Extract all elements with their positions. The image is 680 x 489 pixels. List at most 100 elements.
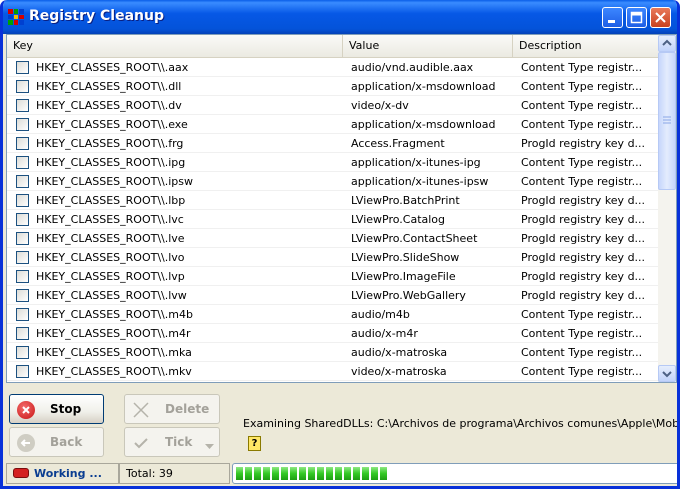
row-key: HKEY_CLASSES_ROOT\\.ipsw	[36, 175, 193, 188]
app-icon	[8, 9, 24, 25]
row-description: ProgId registry key d...	[521, 270, 646, 283]
row-checkbox[interactable]	[16, 270, 29, 283]
row-checkbox[interactable]	[16, 327, 29, 340]
table-row[interactable]: HKEY_CLASSES_ROOT\\.ipsw application/x-it…	[7, 172, 658, 191]
row-value: LViewPro.WebGallery	[351, 289, 466, 302]
row-checkbox[interactable]	[16, 175, 29, 188]
row-description: Content Type registr...	[521, 175, 643, 188]
row-description: ProgId registry key d...	[521, 213, 646, 226]
table-row[interactable]: HKEY_CLASSES_ROOT\\.lvw LViewPro.WebGalle…	[7, 286, 658, 305]
column-header-key[interactable]: Key	[7, 35, 343, 57]
row-checkbox[interactable]	[16, 251, 29, 264]
title-bar[interactable]: Registry Cleanup	[3, 0, 677, 34]
row-key: HKEY_CLASSES_ROOT\\.lve	[36, 232, 185, 245]
row-key: HKEY_CLASSES_ROOT\\.lbp	[36, 194, 186, 207]
table-row[interactable]: HKEY_CLASSES_ROOT\\.frg Access.Fragment Pr…	[7, 134, 658, 153]
stop-icon	[17, 401, 35, 419]
row-description: ProgId registry key d...	[521, 232, 646, 245]
row-checkbox[interactable]	[16, 118, 29, 131]
row-checkbox[interactable]	[16, 61, 29, 74]
delete-button[interactable]: Delete	[124, 394, 220, 424]
row-key: HKEY_CLASSES_ROOT\\.frg	[36, 137, 184, 150]
row-description: Content Type registr...	[521, 327, 643, 340]
maximize-button[interactable]	[626, 7, 647, 28]
row-description: Content Type registr...	[521, 156, 643, 169]
working-indicator-icon	[13, 468, 29, 478]
close-button[interactable]	[650, 7, 671, 28]
row-checkbox[interactable]	[16, 289, 29, 302]
row-value: audio/vnd.audible.aax	[351, 61, 474, 74]
delete-label: Delete	[165, 402, 210, 416]
registry-cleanup-window: Registry Cleanup Key Value Description H…	[0, 0, 680, 489]
row-key: HKEY_CLASSES_ROOT\\.mkv	[36, 365, 192, 378]
maximize-icon	[630, 11, 643, 24]
table-row[interactable]: HKEY_CLASSES_ROOT\\.m4b audio/m4b Content …	[7, 305, 658, 324]
minimize-button[interactable]	[602, 7, 623, 28]
table-row[interactable]: HKEY_CLASSES_ROOT\\.dll application/x-msd…	[7, 77, 658, 96]
table-row[interactable]: HKEY_CLASSES_ROOT\\.mka audio/x-matroska C…	[7, 343, 658, 362]
row-description: ProgId registry key d...	[521, 251, 646, 264]
vertical-scrollbar[interactable]	[658, 35, 676, 382]
scrollbar-grip-icon	[663, 116, 671, 124]
table-row[interactable]: HKEY_CLASSES_ROOT\\.dv video/x-dv Content …	[7, 96, 658, 115]
row-value: application/x-msdownload	[351, 118, 496, 131]
column-header-value[interactable]: Value	[343, 35, 513, 57]
tick-button[interactable]: Tick	[124, 427, 220, 457]
row-key: HKEY_CLASSES_ROOT\\.mka	[36, 346, 192, 359]
row-description: Content Type registr...	[521, 80, 643, 93]
scroll-down-button[interactable]	[658, 365, 676, 382]
scroll-up-icon	[662, 39, 672, 46]
working-label: Working ...	[34, 467, 102, 480]
table-row[interactable]: HKEY_CLASSES_ROOT\\.aax audio/vnd.audible…	[7, 58, 658, 77]
row-value: application/x-itunes-ipg	[351, 156, 481, 169]
progress-segment	[263, 467, 270, 480]
table-row[interactable]: HKEY_CLASSES_ROOT\\.m4r audio/x-m4r Conten…	[7, 324, 658, 343]
row-checkbox[interactable]	[16, 232, 29, 245]
row-description: Content Type registr...	[521, 99, 643, 112]
progress-segment	[281, 467, 288, 480]
progress-segment	[254, 467, 261, 480]
table-row[interactable]: HKEY_CLASSES_ROOT\\.ipg application/x-itu…	[7, 153, 658, 172]
row-value: Access.Fragment	[351, 137, 445, 150]
tick-icon	[132, 434, 150, 452]
row-checkbox[interactable]	[16, 365, 29, 378]
scrollbar-thumb[interactable]	[658, 52, 676, 190]
row-key: HKEY_CLASSES_ROOT\\.ipg	[36, 156, 186, 169]
row-checkbox[interactable]	[16, 194, 29, 207]
scan-progress-bar	[232, 463, 677, 484]
table-row[interactable]: HKEY_CLASSES_ROOT\\.exe application/x-msd…	[7, 115, 658, 134]
tick-label: Tick	[165, 435, 193, 449]
table-row[interactable]: HKEY_CLASSES_ROOT\\.lvo LViewPro.SlideSho…	[7, 248, 658, 267]
chevron-down-icon[interactable]	[205, 439, 214, 453]
progress-segment	[380, 467, 387, 480]
window-title: Registry Cleanup	[29, 8, 164, 24]
help-icon[interactable]: ?	[248, 436, 261, 451]
registry-list[interactable]: Key Value Description HKEY_CLASSES_ROOT\…	[6, 34, 677, 383]
row-checkbox[interactable]	[16, 137, 29, 150]
row-checkbox[interactable]	[16, 156, 29, 169]
row-checkbox[interactable]	[16, 80, 29, 93]
row-checkbox[interactable]	[16, 308, 29, 321]
column-header-description[interactable]: Description	[513, 35, 658, 57]
row-description: Content Type registr...	[521, 308, 643, 321]
row-description: ProgId registry key d...	[521, 194, 646, 207]
table-row[interactable]: HKEY_CLASSES_ROOT\\.lvp LViewPro.ImageFil…	[7, 267, 658, 286]
row-checkbox[interactable]	[16, 346, 29, 359]
table-row[interactable]: HKEY_CLASSES_ROOT\\.mkv video/x-matroska C…	[7, 362, 658, 381]
status-bar: Working ... Total: 39	[6, 462, 677, 486]
row-checkbox[interactable]	[16, 213, 29, 226]
scroll-up-button[interactable]	[658, 35, 676, 52]
progress-segment	[353, 467, 360, 480]
stop-button[interactable]: Stop	[9, 394, 104, 424]
stop-label: Stop	[50, 402, 82, 416]
table-row[interactable]: HKEY_CLASSES_ROOT\\.lvc LViewPro.Catalog P…	[7, 210, 658, 229]
progress-segment	[236, 467, 243, 480]
row-checkbox[interactable]	[16, 99, 29, 112]
total-panel: Total: 39	[119, 463, 230, 484]
row-key: HKEY_CLASSES_ROOT\\.m4r	[36, 327, 191, 340]
list-rows: HKEY_CLASSES_ROOT\\.aax audio/vnd.audible…	[7, 58, 658, 381]
table-row[interactable]: HKEY_CLASSES_ROOT\\.lve LViewPro.ContactS…	[7, 229, 658, 248]
table-row[interactable]: HKEY_CLASSES_ROOT\\.lbp LViewPro.BatchPri…	[7, 191, 658, 210]
back-button[interactable]: Back	[9, 427, 104, 457]
progress-segment	[371, 467, 378, 480]
